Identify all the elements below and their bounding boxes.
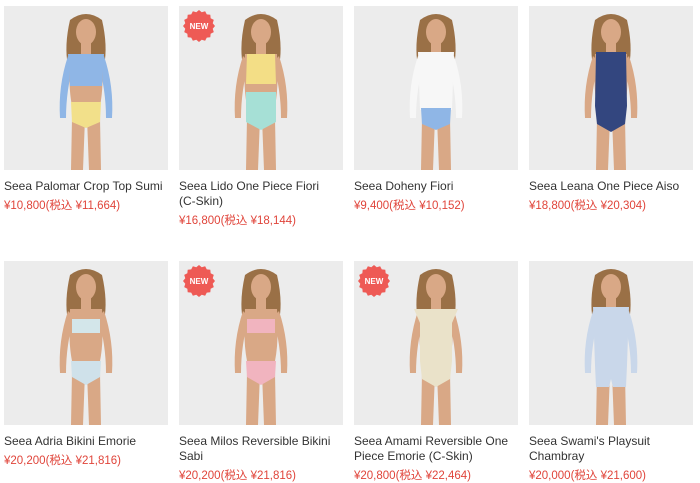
product-image[interactable] [4,261,168,425]
model-figure [584,14,638,170]
product-name[interactable]: Seea Lido One Piece Fiori (C-Skin) [179,179,339,209]
product-name[interactable]: Seea Milos Reversible Bikini Sabi [179,434,339,464]
product-price: ¥20,200(税込 ¥21,816) [179,470,296,482]
svg-text:NEW: NEW [365,277,384,286]
new-badge: NEW [183,10,215,42]
product-grid: Seea Palomar Crop Top Sumi ¥10,800(税込 ¥1… [0,0,700,482]
product-price: ¥20,800(税込 ¥22,464) [354,470,471,482]
product-price: ¥18,800(税込 ¥20,304) [529,200,646,212]
product-card[interactable]: Seea Adria Bikini Emorie ¥20,200(税込 ¥21,… [4,261,168,468]
product-image[interactable]: NEW [354,261,518,425]
product-image[interactable] [529,261,693,425]
product-price: ¥20,000(税込 ¥21,600) [529,470,646,482]
product-image[interactable]: NEW [179,261,343,425]
product-card[interactable]: Seea Doheny Fiori ¥9,400(税込 ¥10,152) [354,6,518,213]
product-card[interactable]: Seea Swami's Playsuit Chambray ¥20,000(税… [529,261,693,483]
svg-text:NEW: NEW [190,22,209,31]
new-badge: NEW [358,265,390,297]
product-image[interactable] [4,6,168,170]
new-badge: NEW [183,265,215,297]
svg-text:NEW: NEW [190,277,209,286]
product-name[interactable]: Seea Swami's Playsuit Chambray [529,434,689,464]
product-name[interactable]: Seea Doheny Fiori [354,179,514,194]
product-name[interactable]: Seea Palomar Crop Top Sumi [4,179,164,194]
product-price: ¥16,800(税込 ¥18,144) [179,215,296,227]
product-name[interactable]: Seea Leana One Piece Aiso [529,179,689,194]
product-image[interactable] [529,6,693,170]
product-name[interactable]: Seea Adria Bikini Emorie [4,434,164,449]
model-figure [59,269,113,425]
product-card[interactable]: NEW Seea Amami Reversible One Piece Emor… [354,261,518,483]
product-card[interactable]: Seea Leana One Piece Aiso ¥18,800(税込 ¥20… [529,6,693,213]
model-figure [409,14,463,170]
product-price: ¥9,400(税込 ¥10,152) [354,200,465,212]
product-card[interactable]: Seea Palomar Crop Top Sumi ¥10,800(税込 ¥1… [4,6,168,213]
product-price: ¥10,800(税込 ¥11,664) [4,200,121,212]
product-image[interactable]: NEW [179,6,343,170]
model-figure [59,14,113,170]
product-name[interactable]: Seea Amami Reversible One Piece Emorie (… [354,434,514,464]
model-figure [584,269,638,425]
product-card[interactable]: NEW Seea Lido One Piece Fiori (C-Skin) ¥… [179,6,343,228]
product-image[interactable] [354,6,518,170]
product-price: ¥20,200(税込 ¥21,816) [4,455,121,467]
product-card[interactable]: NEW Seea Milos Reversible Bikini Sabi ¥2… [179,261,343,483]
